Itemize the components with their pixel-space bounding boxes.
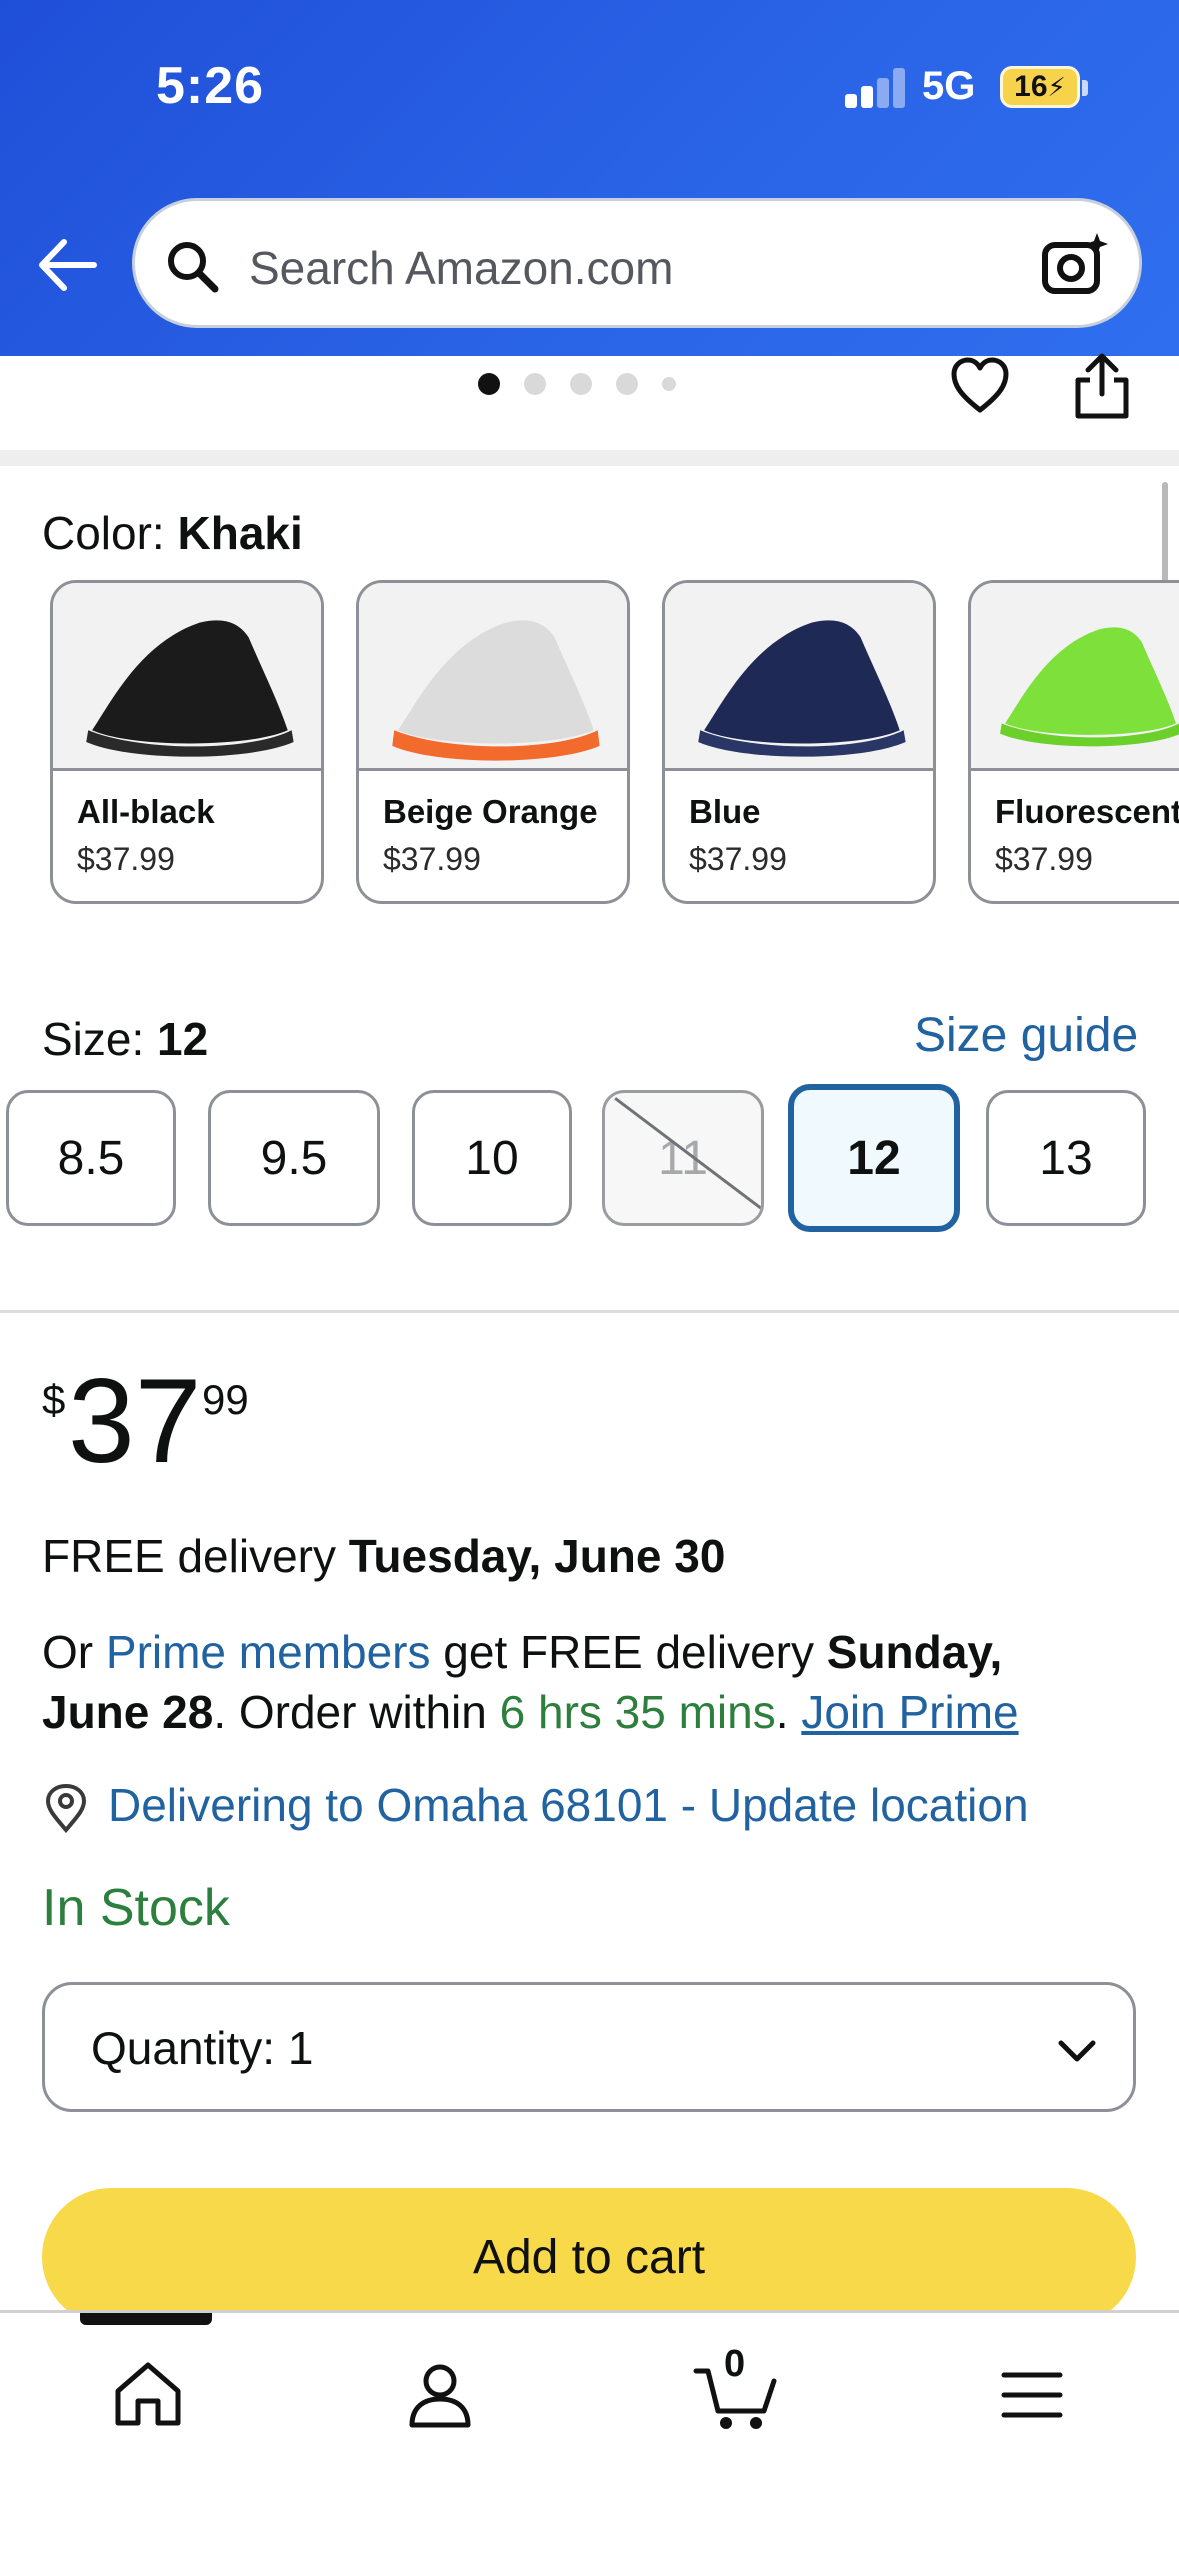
prime-mid: get FREE delivery	[430, 1626, 827, 1678]
free-delivery-date: Tuesday, June 30	[348, 1530, 726, 1582]
size-option-8-5[interactable]: 8.5	[6, 1090, 176, 1226]
swatch-name: Fluorescent	[995, 793, 1179, 830]
active-tab-indicator	[80, 2313, 212, 2325]
home-icon[interactable]	[108, 2355, 188, 2435]
order-within-time: 6 hrs 35 mins	[499, 1686, 776, 1738]
search-icon	[168, 242, 219, 293]
size-label-text: Size:	[42, 1013, 145, 1065]
size-guide-link[interactable]: Size guide	[914, 1008, 1138, 1063]
quantity-label: Quantity:	[91, 2022, 276, 2074]
battery-level: 16	[1014, 70, 1048, 103]
selected-size: 12	[157, 1013, 209, 1065]
period: .	[775, 1686, 802, 1738]
price-fraction: 99	[202, 1376, 249, 1423]
account-icon[interactable]	[400, 2355, 480, 2435]
color-label: Color: Khaki	[42, 506, 303, 560]
location-pin-icon	[45, 1783, 87, 1834]
scrollbar[interactable]	[1162, 482, 1168, 582]
swatch-price: $37.99	[995, 841, 1093, 877]
battery-icon: 16 ⚡	[1000, 66, 1080, 108]
prime-date-part1: Sunday,	[826, 1626, 1003, 1678]
chevron-down-icon	[1058, 2040, 1096, 2062]
delivery-location-link[interactable]: Delivering to Omaha 68101 - Update locat…	[108, 1778, 1029, 1832]
add-to-cart-button[interactable]: Add to cart	[42, 2188, 1136, 2326]
stock-status: In Stock	[42, 1879, 230, 1937]
share-icon[interactable]	[1070, 350, 1134, 422]
menu-icon[interactable]	[992, 2355, 1072, 2435]
image-carousel-dots[interactable]	[478, 372, 676, 396]
color-swatch-all-black[interactable]: All-black $37.99	[50, 580, 324, 904]
battery-tip	[1082, 80, 1088, 96]
color-swatch-fluorescent[interactable]: Fluorescent $37.99	[968, 580, 1179, 904]
size-option-label: 9.5	[260, 1131, 328, 1185]
swatch-price: $37.99	[689, 841, 787, 877]
carousel-dot[interactable]	[570, 373, 592, 395]
selected-color: Khaki	[177, 507, 303, 559]
color-swatch-beige-orange[interactable]: Beige Orange $37.99	[356, 580, 630, 904]
size-option-9-5[interactable]: 9.5	[208, 1090, 380, 1226]
shoe-image	[665, 583, 933, 771]
free-delivery-line: FREE delivery Tuesday, June 30	[42, 1526, 725, 1586]
camera-search-icon[interactable]	[1039, 229, 1113, 303]
carousel-dot[interactable]	[478, 373, 500, 395]
status-time: 5:26	[156, 57, 265, 115]
color-swatch-blue[interactable]: Blue $37.99	[662, 580, 936, 904]
prime-delivery-line-2: June 28. Order within 6 hrs 35 mins. Joi…	[42, 1682, 1019, 1742]
free-delivery-prefix: FREE delivery	[42, 1530, 349, 1582]
swatch-name: Beige Orange	[383, 793, 598, 830]
shoe-image	[53, 583, 321, 771]
color-label-text: Color:	[42, 507, 165, 559]
prime-delivery-line: Or Prime members get FREE delivery Sunda…	[42, 1622, 1002, 1682]
size-option-13[interactable]: 13	[986, 1090, 1146, 1226]
network-type: 5G	[922, 64, 976, 108]
quantity-dropdown[interactable]: Quantity: 1	[42, 1982, 1136, 2112]
order-within-prefix: . Order within	[213, 1686, 500, 1738]
shoe-image	[971, 583, 1179, 771]
size-label: Size: 12	[42, 1012, 208, 1066]
search-bar[interactable]: Search Amazon.com	[132, 198, 1142, 328]
price-whole: 37	[68, 1354, 202, 1488]
size-option-label: 10	[465, 1131, 519, 1185]
size-option-label: 12	[847, 1131, 901, 1185]
prime-date-part2: June 28	[42, 1686, 214, 1738]
heart-icon[interactable]	[948, 354, 1012, 418]
join-prime-link[interactable]: Join Prime	[801, 1686, 1018, 1738]
cart-count-badge: 0	[724, 2343, 746, 2385]
size-option-12-selected[interactable]: 12	[788, 1084, 960, 1232]
back-arrow-icon[interactable]	[34, 232, 100, 298]
app-header: 5:26 5G 16 ⚡ Search Amazon.com	[0, 0, 1179, 356]
prime-members-link[interactable]: Prime members	[106, 1626, 431, 1678]
section-divider	[0, 450, 1179, 466]
swatch-price: $37.99	[77, 841, 175, 877]
search-input[interactable]: Search Amazon.com	[249, 241, 673, 295]
carousel-dot[interactable]	[524, 373, 546, 395]
carousel-dot[interactable]	[662, 377, 676, 391]
shoe-image	[359, 583, 627, 771]
size-option-label: 13	[1039, 1131, 1093, 1185]
swatch-name: All-black	[77, 793, 215, 830]
carousel-dot[interactable]	[616, 373, 638, 395]
quantity-value: 1	[287, 2022, 314, 2074]
size-option-11-unavailable[interactable]: 11	[602, 1090, 764, 1226]
quantity-text: Quantity: 1	[91, 2021, 313, 2075]
swatch-name: Blue	[689, 793, 761, 830]
cellular-signal-icon	[845, 66, 905, 108]
bottom-nav: 0	[0, 2310, 1179, 2556]
prime-or: Or	[42, 1626, 106, 1678]
price-symbol: $	[42, 1376, 66, 1423]
swatch-price: $37.99	[383, 841, 481, 877]
size-option-10[interactable]: 10	[412, 1090, 572, 1226]
size-option-label: 8.5	[57, 1131, 125, 1185]
section-divider	[0, 1310, 1179, 1313]
